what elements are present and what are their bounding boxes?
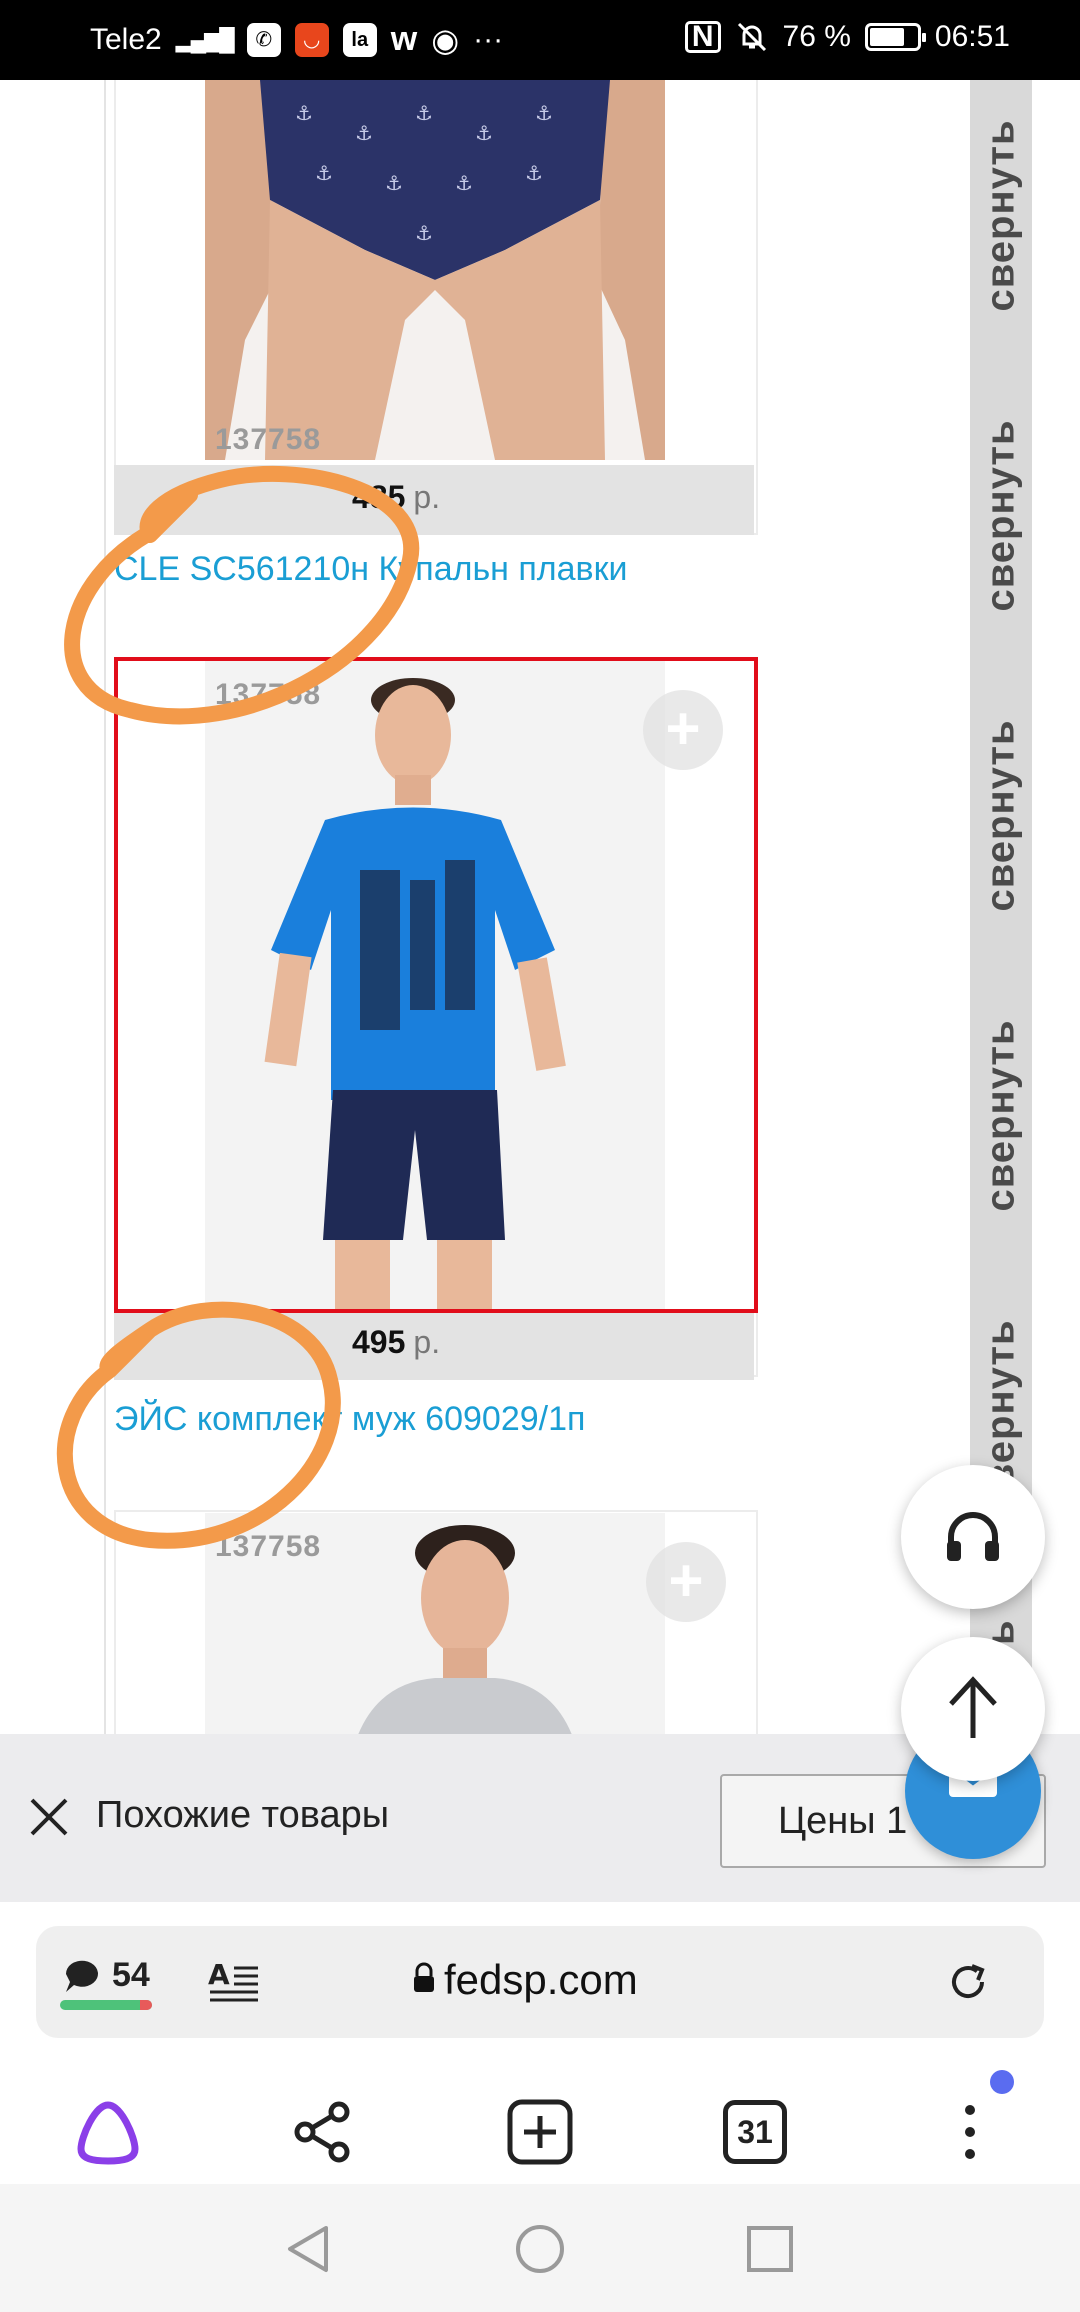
- status-right: N 76 % 06:51: [684, 20, 1010, 54]
- browser-toolbar: 31: [0, 2072, 1080, 2184]
- reload-icon[interactable]: [946, 1960, 990, 2004]
- browser-chrome: 54 A fedsp.com 31: [0, 1902, 1080, 2184]
- headphones-icon: [947, 1512, 999, 1561]
- status-bar: Tele2 ▂▄▆█ ✆ ◡ la w ◉ ··· N 76 % 06:51: [0, 0, 1080, 80]
- tshirt-set-photo: [205, 660, 665, 1310]
- price-value: 495: [352, 1324, 406, 1360]
- system-nav-bar: [0, 2184, 1080, 2312]
- lock-icon: [414, 1962, 434, 1992]
- svg-text:⚓: ⚓: [315, 161, 333, 185]
- comments-icon[interactable]: [62, 1956, 102, 1996]
- more-vert-icon: [965, 2105, 975, 2159]
- battery-fill: [869, 28, 904, 46]
- price-currency: р.: [413, 1324, 441, 1360]
- product-sku: 137758: [215, 1530, 322, 1563]
- comments-rating-bar: [60, 2000, 152, 2010]
- svg-text:⚓: ⚓: [475, 121, 493, 145]
- notification-dot: [990, 2070, 1014, 2094]
- new-tab-button[interactable]: [500, 2092, 580, 2172]
- alice-icon: [77, 2101, 139, 2165]
- w-icon: w: [390, 20, 418, 58]
- share-icon: [294, 2101, 350, 2163]
- collapse-label[interactable]: свернуть: [970, 100, 1032, 330]
- recents-icon[interactable]: [743, 2222, 797, 2276]
- briefs-photo: ⚓ ⚓ ⚓ ⚓ ⚓ ⚓ ⚓ ⚓ ⚓ ⚓: [205, 80, 665, 460]
- product-sku: 137758: [215, 678, 322, 711]
- svg-text:⚓: ⚓: [295, 101, 313, 125]
- status-left: Tele2 ▂▄▆█ ✆ ◡ la w ◉ ···: [90, 20, 503, 59]
- share-button[interactable]: [283, 2092, 363, 2172]
- menu-button[interactable]: [930, 2092, 1010, 2172]
- price-value: 485: [352, 479, 406, 515]
- home-icon[interactable]: [513, 2222, 567, 2276]
- svg-text:⚓: ⚓: [455, 171, 473, 195]
- page-content[interactable]: ⚓ ⚓ ⚓ ⚓ ⚓ ⚓ ⚓ ⚓ ⚓ ⚓ 137758 485 р. CLE SC561210н …: [0, 80, 1080, 1734]
- page-border: [104, 80, 106, 1734]
- comments-count[interactable]: 54: [112, 1956, 150, 1995]
- arrow-up-icon: [949, 1676, 997, 1738]
- tabs-count: 31: [723, 2100, 787, 2164]
- aliexpress-icon: ◡: [294, 22, 329, 57]
- close-icon[interactable]: [26, 1794, 72, 1840]
- svg-text:⚓: ⚓: [525, 161, 543, 185]
- carrier-name: Tele2: [90, 22, 162, 56]
- product-image-briefs[interactable]: ⚓ ⚓ ⚓ ⚓ ⚓ ⚓ ⚓ ⚓ ⚓ ⚓: [205, 80, 665, 460]
- collapse-label[interactable]: свернуть: [970, 1000, 1032, 1230]
- clock: 06:51: [934, 20, 1010, 53]
- support-button[interactable]: [901, 1465, 1045, 1609]
- product-sku: 137758: [215, 423, 322, 456]
- product-price: 495 р.: [352, 1324, 440, 1361]
- back-icon[interactable]: [282, 2222, 336, 2276]
- add-to-cart-button[interactable]: +: [643, 690, 723, 770]
- svg-text:⚓: ⚓: [415, 221, 433, 245]
- tabs-button[interactable]: 31: [715, 2092, 795, 2172]
- svg-text:⚓: ⚓: [355, 121, 373, 145]
- chrome-icon: ◉: [431, 21, 460, 58]
- price-currency: р.: [413, 479, 441, 515]
- price-bar: 495 р.: [114, 1310, 754, 1380]
- la-icon: la: [342, 22, 377, 57]
- product-title-link[interactable]: CLE SC561210н Купальн плавки: [114, 550, 628, 589]
- viber-icon: ✆: [246, 22, 281, 57]
- battery-percent: 76 %: [782, 20, 851, 53]
- product-image-tshirt-set[interactable]: [205, 660, 665, 1310]
- scroll-to-top-button[interactable]: [901, 1637, 1045, 1781]
- price-bar: 485 р.: [114, 465, 754, 535]
- reader-mode-icon[interactable]: A: [208, 1958, 260, 2006]
- collapse-label[interactable]: свернуть: [970, 400, 1032, 630]
- screen: Tele2 ▂▄▆█ ✆ ◡ la w ◉ ··· N 76 % 06:51 ⚓…: [0, 0, 1080, 2312]
- svg-text:⚓: ⚓: [415, 101, 433, 125]
- nfc-icon: N: [684, 21, 721, 53]
- mute-bell-icon: [737, 22, 766, 52]
- plus-square-icon: [507, 2099, 573, 2165]
- alice-button[interactable]: [68, 2092, 148, 2172]
- url-text[interactable]: fedsp.com: [444, 1956, 638, 2004]
- svg-text:A: A: [208, 1958, 230, 1991]
- battery-icon: [864, 23, 926, 51]
- product-title-link[interactable]: ЭЙС комплект муж 609029/1п: [114, 1400, 585, 1439]
- add-to-cart-button[interactable]: +: [646, 1542, 726, 1622]
- collapse-label[interactable]: свернуть: [970, 700, 1032, 930]
- more-notifications-icon: ···: [473, 22, 504, 56]
- product-price: 485 р.: [352, 479, 440, 516]
- address-bar[interactable]: 54 A fedsp.com: [36, 1926, 1044, 2038]
- svg-text:⚓: ⚓: [385, 171, 403, 195]
- svg-text:⚓: ⚓: [535, 101, 553, 125]
- similar-products-title: Похожие товары: [96, 1794, 390, 1836]
- network-signal-icon: ▂▄▆█: [175, 26, 235, 52]
